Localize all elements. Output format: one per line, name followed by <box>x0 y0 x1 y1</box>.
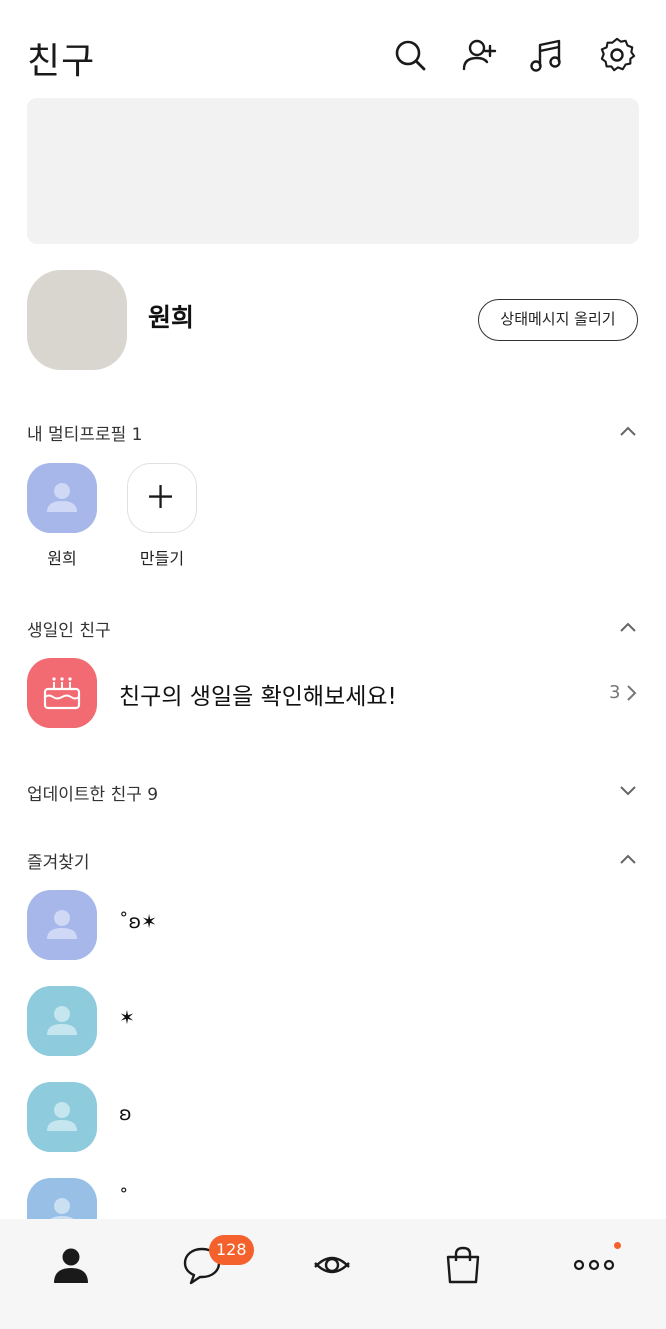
chevron-right-icon[interactable] <box>624 683 640 703</box>
multiprofile-avatar[interactable] <box>27 463 97 533</box>
favorite-avatar[interactable] <box>27 1082 97 1152</box>
person-icon <box>47 1006 77 1035</box>
header: 친구 <box>0 0 666 98</box>
favorite-avatar[interactable] <box>27 986 97 1056</box>
birthday-count: 3 <box>609 682 621 703</box>
create-multiprofile-label[interactable]: 만들기 <box>122 545 202 569</box>
settings-icon[interactable] <box>598 36 636 74</box>
chevron-up-icon[interactable] <box>617 616 639 638</box>
birthday-message[interactable]: 친구의 생일을 확인해보세요! <box>119 677 397 711</box>
friends-tab-icon[interactable] <box>49 1243 93 1287</box>
my-profile-avatar[interactable] <box>27 270 127 370</box>
view-tab-icon[interactable] <box>310 1243 354 1287</box>
status-message-button[interactable]: 상태메시지 올리기 <box>478 299 638 341</box>
favorite-name[interactable]: ʚ <box>119 1103 132 1125</box>
more-tab-icon[interactable] <box>572 1243 616 1287</box>
page-title: 친구 <box>27 41 96 82</box>
music-icon[interactable] <box>528 36 566 74</box>
my-profile-name[interactable]: 원희 <box>148 298 194 334</box>
person-icon <box>47 910 77 939</box>
chevron-down-icon[interactable] <box>617 779 639 801</box>
favorite-avatar[interactable] <box>27 890 97 960</box>
chat-unread-badge: 128 <box>209 1235 254 1265</box>
birthday-section-title: 생일인 친구 <box>27 621 111 641</box>
add-friend-icon[interactable] <box>460 36 498 74</box>
shopping-tab-icon[interactable] <box>441 1243 485 1287</box>
person-icon <box>47 483 77 512</box>
chevron-up-icon[interactable] <box>617 848 639 870</box>
search-icon[interactable] <box>391 36 429 74</box>
birthday-cake-icon[interactable] <box>27 658 97 728</box>
favorite-name[interactable]: ✶ <box>119 1007 135 1029</box>
multiprofile-section-title: 내 멀티프로필 1 <box>27 425 143 445</box>
bottom-tab-bar <box>0 1219 666 1329</box>
plus-icon <box>149 485 173 509</box>
favorite-name[interactable]: ˚ʚ✶ <box>119 911 157 933</box>
multiprofile-label[interactable]: 원희 <box>22 545 102 569</box>
person-icon <box>47 1102 77 1131</box>
favorites-section-title: 즐겨찾기 <box>27 853 90 873</box>
updated-friends-section-title[interactable]: 업데이트한 친구 9 <box>27 780 158 805</box>
more-notification-dot <box>614 1242 621 1249</box>
chevron-up-icon[interactable] <box>617 420 639 442</box>
create-multiprofile-button[interactable] <box>127 463 197 533</box>
favorite-name[interactable]: ˚ <box>119 1187 129 1209</box>
ad-banner[interactable] <box>27 98 639 244</box>
